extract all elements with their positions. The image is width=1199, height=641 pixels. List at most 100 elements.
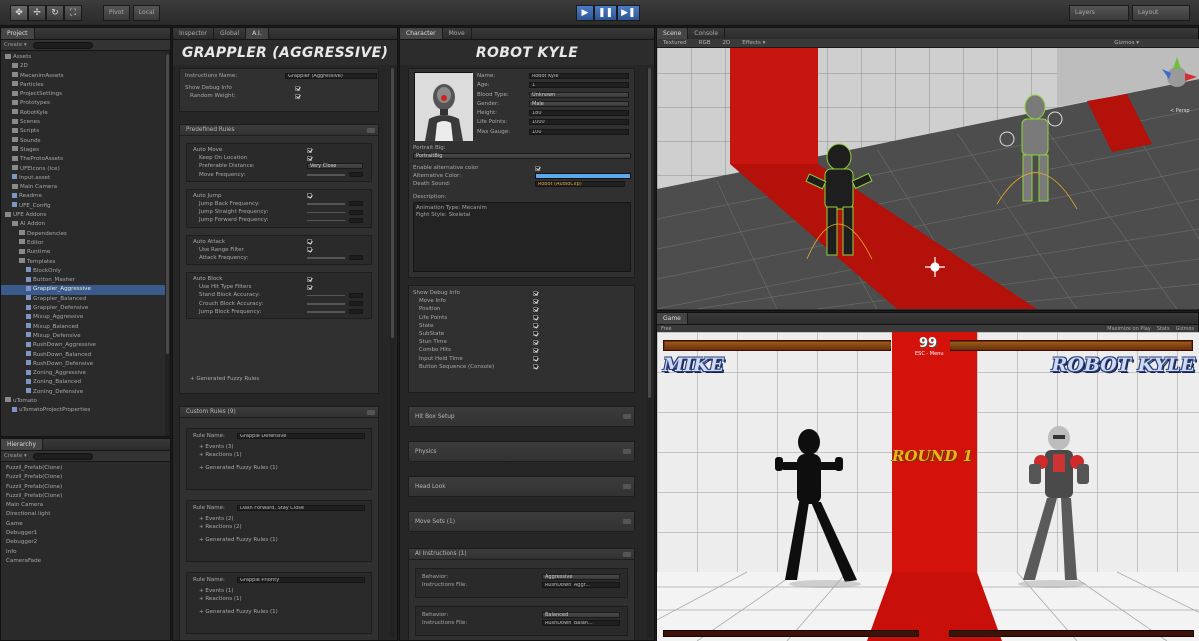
- hierarchy-item[interactable]: Info: [1, 548, 170, 557]
- debug-item-checkbox[interactable]: [533, 364, 538, 370]
- project-item[interactable]: AI Addon: [1, 220, 170, 229]
- rule-events-foldout[interactable]: + Events (1): [187, 587, 371, 595]
- character-field-value[interactable]: 100: [529, 128, 629, 135]
- rule-checkbox[interactable]: [307, 193, 312, 199]
- project-item[interactable]: Scripts: [1, 127, 170, 136]
- tab-project[interactable]: Project: [1, 28, 35, 39]
- character-field-value[interactable]: Robot Kyle: [529, 73, 629, 79]
- custom-rules-header[interactable]: Custom Rules (9): [180, 407, 378, 418]
- portrait-big-dropdown[interactable]: PortraitBig: [413, 153, 631, 159]
- project-item[interactable]: Main Camera: [1, 183, 170, 192]
- project-item[interactable]: Input.asset: [1, 174, 170, 183]
- debug-item-checkbox[interactable]: [533, 323, 538, 329]
- description-textarea[interactable]: Animation Type: Mecanim Fight Style: Ske…: [413, 202, 631, 272]
- rule-slider[interactable]: [307, 211, 345, 214]
- rule-reactions-foldout[interactable]: + Reactions (1): [187, 595, 371, 603]
- rule-slider[interactable]: [307, 219, 345, 222]
- project-item[interactable]: ProjectSettings: [1, 90, 170, 99]
- project-item[interactable]: Zoning_Defensive: [1, 388, 170, 397]
- pause-button[interactable]: ❚❚: [594, 5, 618, 21]
- hierarchy-item[interactable]: Fuzzil_Prefab(Clone): [1, 473, 170, 482]
- tab-global[interactable]: Global: [214, 28, 247, 39]
- hierarchy-item[interactable]: Game: [1, 520, 170, 529]
- instructions-name-field[interactable]: Grappler (Aggressive): [285, 73, 377, 79]
- section-menu-icon[interactable]: [367, 410, 375, 415]
- project-item[interactable]: Dependencies: [1, 230, 170, 239]
- project-item[interactable]: Stages: [1, 146, 170, 155]
- project-item[interactable]: RushDown_Balanced: [1, 351, 170, 360]
- character-section[interactable]: Physics: [408, 441, 635, 462]
- ai-instructions-header[interactable]: AI Instructions (1): [409, 549, 634, 560]
- character-inspector-scrollbar[interactable]: [647, 68, 652, 638]
- rule-checkbox[interactable]: [307, 247, 312, 253]
- project-item[interactable]: RushDown_Aggressive: [1, 341, 170, 350]
- ai-file-field[interactable]: RushDown_Balan...: [542, 620, 620, 627]
- tab-ai[interactable]: A.I.: [246, 28, 269, 39]
- hierarchy-item[interactable]: Main Camera: [1, 501, 170, 510]
- rule-number-field[interactable]: [349, 217, 363, 223]
- rule-slider[interactable]: [307, 174, 345, 176]
- section-menu-icon[interactable]: [623, 414, 631, 419]
- project-item[interactable]: UFEIcons (Ice): [1, 165, 170, 174]
- debug-item-checkbox[interactable]: [533, 315, 538, 321]
- section-menu-icon[interactable]: [623, 484, 631, 489]
- rule-reactions-foldout[interactable]: + Reactions (1): [187, 451, 371, 459]
- project-item[interactable]: Mixup_Balanced: [1, 323, 170, 332]
- rule-slider[interactable]: [307, 257, 345, 259]
- project-item[interactable]: UFE_Config: [1, 202, 170, 211]
- debug-item-checkbox[interactable]: [533, 347, 538, 353]
- rotate-tool-button[interactable]: ↻: [46, 5, 64, 21]
- rule-name-field[interactable]: Grapple Defensive: [237, 433, 365, 439]
- ai-file-field[interactable]: RushDown_Aggr...: [542, 582, 620, 589]
- tab-move[interactable]: Move: [443, 28, 472, 39]
- debug-item-checkbox[interactable]: [533, 339, 538, 345]
- tab-inspector[interactable]: Inspector: [173, 28, 214, 39]
- game-viewport[interactable]: 99 ESC - Menu MIKE ROBOT KYLE ROUND 1: [657, 332, 1199, 641]
- hierarchy-search-input[interactable]: [32, 452, 93, 460]
- character-section[interactable]: Move Sets (1): [408, 511, 635, 532]
- tab-console[interactable]: Console: [688, 28, 726, 39]
- hierarchy-item[interactable]: Directional light: [1, 510, 170, 519]
- show-debug-checkbox[interactable]: [295, 85, 300, 91]
- rule-events-foldout[interactable]: + Events (2): [187, 515, 371, 523]
- 2d-toggle[interactable]: 2D: [722, 40, 730, 46]
- rule-slider[interactable]: [307, 294, 345, 297]
- rule-checkbox[interactable]: [307, 147, 312, 153]
- perspective-label[interactable]: < Persp: [1170, 108, 1190, 114]
- random-weight-checkbox[interactable]: [295, 93, 300, 99]
- project-item[interactable]: Grappler_Defensive: [1, 304, 170, 313]
- project-item[interactable]: Scenes: [1, 118, 170, 127]
- play-button[interactable]: ▶: [576, 5, 594, 21]
- character-field-value[interactable]: 180: [529, 110, 629, 117]
- project-item[interactable]: uTomato: [1, 397, 170, 406]
- project-item[interactable]: Grappler_Balanced: [1, 295, 170, 304]
- character-portrait[interactable]: [414, 72, 473, 141]
- rule-number-field[interactable]: [349, 255, 363, 261]
- project-item[interactable]: Zoning_Aggressive: [1, 369, 170, 378]
- rule-slider[interactable]: [307, 311, 345, 313]
- shading-mode-dropdown[interactable]: Textured: [663, 40, 687, 46]
- section-menu-icon[interactable]: [623, 552, 631, 557]
- layout-dropdown[interactable]: Layout: [1132, 5, 1190, 21]
- effects-dropdown[interactable]: Effects ▾: [742, 40, 765, 46]
- ai-inspector-scrollbar[interactable]: [390, 68, 395, 638]
- project-item[interactable]: Editor: [1, 239, 170, 248]
- section-menu-icon[interactable]: [623, 449, 631, 454]
- predefined-rules-header[interactable]: Predefined Rules: [180, 125, 378, 136]
- alt-color-swatch[interactable]: [535, 173, 631, 179]
- create-dropdown[interactable]: Create ▾: [4, 453, 27, 459]
- scene-gizmos-dropdown[interactable]: Gizmos ▾: [1114, 40, 1139, 46]
- character-field-value[interactable]: 1: [529, 82, 629, 89]
- hierarchy-item[interactable]: Fuzzil_Prefab(Clone): [1, 464, 170, 473]
- rule-number-field[interactable]: [349, 209, 363, 215]
- project-item[interactable]: Readme: [1, 192, 170, 201]
- hierarchy-item[interactable]: Fuzzil_Prefab(Clone): [1, 492, 170, 501]
- character-field-value[interactable]: Male: [529, 100, 629, 107]
- project-item[interactable]: UFE Addons: [1, 211, 170, 220]
- hand-tool-button[interactable]: ✥: [10, 5, 28, 21]
- character-field-value[interactable]: Unknown: [529, 91, 629, 98]
- project-item[interactable]: Mixup_Aggressive: [1, 313, 170, 322]
- project-item[interactable]: RushDown_Defensive: [1, 360, 170, 369]
- project-item[interactable]: uTomatoProjectProperties: [1, 406, 170, 415]
- tab-character[interactable]: Character: [400, 28, 443, 39]
